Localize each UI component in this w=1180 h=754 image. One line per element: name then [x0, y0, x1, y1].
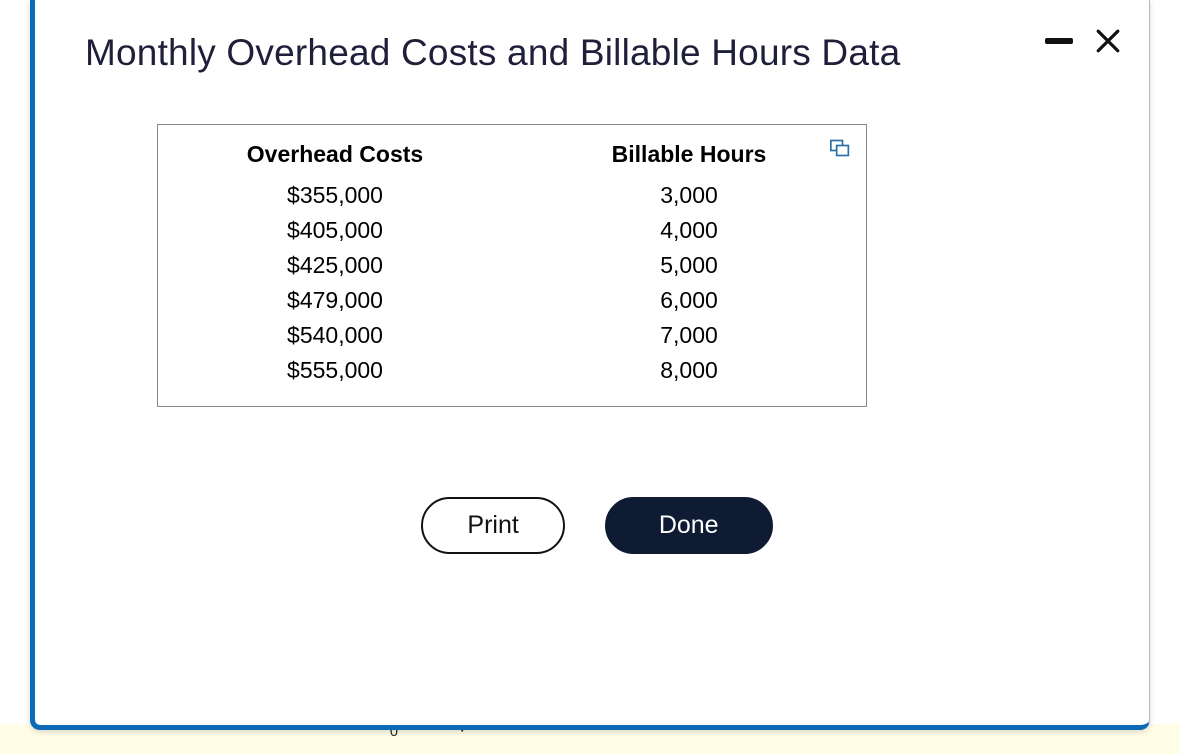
minimize-icon[interactable]	[1045, 38, 1073, 44]
cell-billable: 6,000	[512, 283, 866, 318]
table-row: $425,000 5,000	[158, 248, 866, 283]
dialog: Monthly Overhead Costs and Billable Hour…	[30, 0, 1150, 730]
done-button[interactable]: Done	[605, 497, 773, 554]
col-header-overhead: Overhead Costs	[158, 135, 512, 178]
cell-billable: 8,000	[512, 353, 866, 388]
cell-overhead: $405,000	[158, 213, 512, 248]
col-header-billable: Billable Hours	[512, 135, 866, 178]
cell-overhead: $355,000	[158, 178, 512, 213]
cell-overhead: $425,000	[158, 248, 512, 283]
table-row: $355,000 3,000	[158, 178, 866, 213]
table-row: $479,000 6,000	[158, 283, 866, 318]
cell-billable: 4,000	[512, 213, 866, 248]
cell-overhead: $555,000	[158, 353, 512, 388]
cell-billable: 7,000	[512, 318, 866, 353]
dialog-buttons: Print Done	[85, 497, 1109, 554]
cell-overhead: $479,000	[158, 283, 512, 318]
print-button[interactable]: Print	[421, 497, 564, 554]
table-row: $555,000 8,000	[158, 353, 866, 388]
data-table-container: Overhead Costs Billable Hours $355,000 3…	[157, 124, 867, 407]
cell-overhead: $540,000	[158, 318, 512, 353]
table-row: $540,000 7,000	[158, 318, 866, 353]
table-row: $405,000 4,000	[158, 213, 866, 248]
close-icon[interactable]	[1095, 28, 1121, 54]
cell-billable: 3,000	[512, 178, 866, 213]
cell-billable: 5,000	[512, 248, 866, 283]
dialog-title: Monthly Overhead Costs and Billable Hour…	[85, 32, 1109, 74]
data-table: Overhead Costs Billable Hours $355,000 3…	[158, 135, 866, 388]
expand-table-icon[interactable]	[830, 139, 850, 157]
